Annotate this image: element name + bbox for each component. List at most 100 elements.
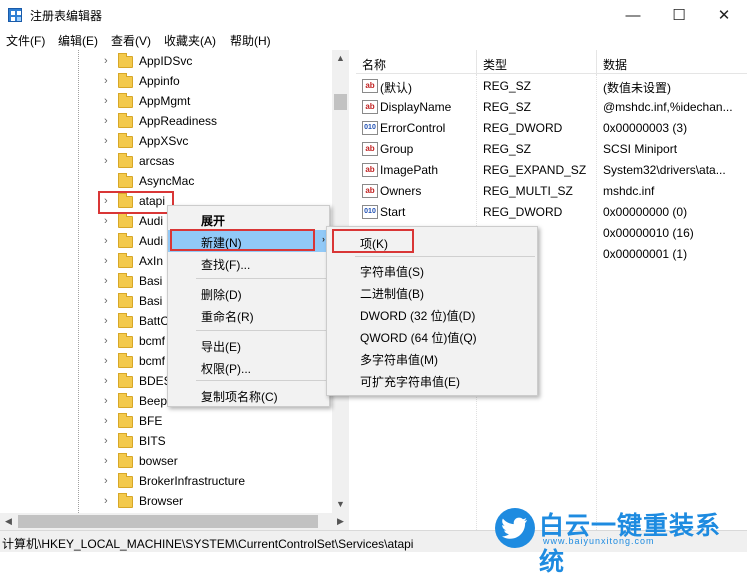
expand-chevron-icon[interactable]: ›: [104, 255, 108, 267]
tree-item-label: BattC: [139, 314, 170, 328]
menu-favorites[interactable]: 收藏夹(A): [164, 32, 216, 49]
expand-chevron-icon[interactable]: ›: [104, 475, 108, 487]
folder-icon: [118, 153, 133, 168]
expand-chevron-icon[interactable]: ›: [104, 115, 108, 127]
menu-file[interactable]: 文件(F): [6, 32, 45, 49]
expand-chevron-icon[interactable]: ›: [104, 435, 108, 447]
menu-help[interactable]: 帮助(H): [230, 32, 271, 49]
value-data: 0x00000010 (16): [603, 226, 694, 240]
expand-chevron-icon[interactable]: ›: [104, 295, 108, 307]
menu-edit[interactable]: 编辑(E): [58, 32, 98, 49]
expand-chevron-icon[interactable]: ›: [104, 55, 108, 67]
expand-chevron-icon[interactable]: ›: [104, 275, 108, 287]
tree-item-arcsas[interactable]: › arcsas: [0, 152, 332, 172]
expand-chevron-icon[interactable]: ›: [104, 415, 108, 427]
tree-item-label: bowser: [139, 454, 178, 468]
value-row[interactable]: ab Owners REG_MULTI_SZ mshdc.inf: [356, 181, 747, 202]
expand-chevron-icon[interactable]: ›: [104, 375, 108, 387]
value-row[interactable]: 010 Start REG_DWORD 0x00000000 (0): [356, 202, 747, 223]
column-divider[interactable]: [596, 50, 597, 74]
submenu-item-expandable-string-value[interactable]: 可扩充字符串值(E): [327, 369, 537, 391]
value-type: REG_DWORD: [483, 205, 563, 219]
value-data: 0x00000001 (1): [603, 247, 688, 261]
expand-chevron-icon[interactable]: ›: [104, 315, 108, 327]
scroll-left-arrow-icon[interactable]: ◀: [0, 513, 17, 530]
expand-chevron-icon[interactable]: ›: [104, 215, 108, 227]
expand-chevron-icon[interactable]: ›: [104, 75, 108, 87]
column-header-type[interactable]: 类型: [483, 56, 507, 73]
tree-horizontal-scrollbar[interactable]: ◀ ▶: [0, 513, 349, 530]
scroll-right-arrow-icon[interactable]: ▶: [332, 513, 349, 530]
tree-item-appidsvc[interactable]: › AppIDSvc: [0, 52, 332, 72]
submenu-item-binary-value[interactable]: 二进制值(B): [327, 281, 537, 303]
tree-item-browser[interactable]: › Browser: [0, 492, 332, 512]
value-name: ErrorControl: [380, 121, 446, 135]
menu-item-find[interactable]: 查找(F)...: [168, 252, 329, 274]
string-value-icon: ab: [362, 184, 378, 198]
submenu-item-string-value[interactable]: 字符串值(S): [327, 259, 537, 281]
tree-item-appreadiness[interactable]: › AppReadiness: [0, 112, 332, 132]
value-row[interactable]: ab DisplayName REG_SZ @mshdc.inf,%idecha…: [356, 97, 747, 118]
scroll-up-arrow-icon[interactable]: ▲: [332, 50, 349, 67]
tree-item-bowser[interactable]: › bowser: [0, 452, 332, 472]
menu-view[interactable]: 查看(V): [111, 32, 151, 49]
tree-item-appxsvc[interactable]: › AppXSvc: [0, 132, 332, 152]
watermark-logo: 白云一键重装系统 www.baiyunxitong.com: [495, 506, 743, 576]
column-header-data[interactable]: 数据: [603, 56, 627, 73]
folder-icon: [118, 393, 133, 408]
expand-chevron-icon[interactable]: ›: [104, 235, 108, 247]
column-header-name[interactable]: 名称: [362, 56, 386, 73]
expand-chevron-icon[interactable]: ›: [104, 155, 108, 167]
value-row[interactable]: ab (默认) REG_SZ (数值未设置): [356, 76, 747, 97]
tree-item-label: bcmf: [139, 354, 166, 368]
scroll-thumb[interactable]: [334, 94, 347, 110]
maximize-button[interactable]: ☐: [656, 0, 702, 30]
tree-item-label: Appinfo: [139, 74, 180, 88]
value-data: @mshdc.inf,%idechan...: [603, 100, 733, 114]
value-data: SCSI Miniport: [603, 142, 678, 156]
registry-editor-icon: [8, 8, 22, 22]
menu-item-delete[interactable]: 删除(D): [168, 282, 329, 304]
menu-item-rename[interactable]: 重命名(R): [168, 304, 329, 326]
folder-icon: [118, 453, 133, 468]
value-data: 0x00000000 (0): [603, 205, 688, 219]
scroll-thumb[interactable]: [18, 515, 318, 528]
folder-icon: [118, 53, 133, 68]
binary-value-icon: 010: [362, 205, 378, 219]
value-type: REG_SZ: [483, 142, 532, 156]
submenu-arrow-icon: ›: [322, 234, 325, 244]
menu-item-permissions[interactable]: 权限(P)...: [168, 356, 329, 378]
menu-item-expand[interactable]: 展开: [168, 208, 329, 230]
tree-item-bits[interactable]: › BITS: [0, 432, 332, 452]
value-name: Group: [380, 142, 414, 156]
minimize-button[interactable]: —: [610, 0, 656, 30]
tree-item-brokerinfrastructure[interactable]: › BrokerInfrastructure: [0, 472, 332, 492]
expand-chevron-icon[interactable]: ›: [104, 395, 108, 407]
menu-item-export[interactable]: 导出(E): [168, 334, 329, 356]
folder-icon: [118, 273, 133, 288]
submenu-item-qword-value[interactable]: QWORD (64 位)值(Q): [327, 325, 537, 347]
value-name: ImagePath: [380, 163, 439, 177]
value-row[interactable]: ab ImagePath REG_EXPAND_SZ System32\driv…: [356, 160, 747, 181]
tree-item-bfe[interactable]: › BFE: [0, 412, 332, 432]
expand-chevron-icon[interactable]: ›: [104, 455, 108, 467]
tree-item-asyncmac[interactable]: AsyncMac: [0, 172, 332, 192]
expand-chevron-icon[interactable]: ›: [104, 95, 108, 107]
expand-chevron-icon[interactable]: ›: [104, 495, 108, 507]
tree-item-appinfo[interactable]: › Appinfo: [0, 72, 332, 92]
scroll-down-arrow-icon[interactable]: ▼: [332, 496, 349, 513]
expand-chevron-icon[interactable]: ›: [104, 355, 108, 367]
submenu-item-dword-value[interactable]: DWORD (32 位)值(D): [327, 303, 537, 325]
status-path: 计算机\HKEY_LOCAL_MACHINE\SYSTEM\CurrentCon…: [2, 537, 414, 551]
close-button[interactable]: ✕: [701, 0, 747, 30]
expand-chevron-icon[interactable]: ›: [104, 335, 108, 347]
menu-item-copy-key-name[interactable]: 复制项名称(C): [168, 384, 329, 406]
key-highlight-box: [332, 229, 414, 253]
tree-item-appmgmt[interactable]: › AppMgmt: [0, 92, 332, 112]
menu-separator: [355, 256, 535, 257]
value-row[interactable]: 010 ErrorControl REG_DWORD 0x00000003 (3…: [356, 118, 747, 139]
value-row[interactable]: ab Group REG_SZ SCSI Miniport: [356, 139, 747, 160]
expand-chevron-icon[interactable]: ›: [104, 135, 108, 147]
submenu-item-multi-string-value[interactable]: 多字符串值(M): [327, 347, 537, 369]
column-divider[interactable]: [476, 50, 477, 74]
